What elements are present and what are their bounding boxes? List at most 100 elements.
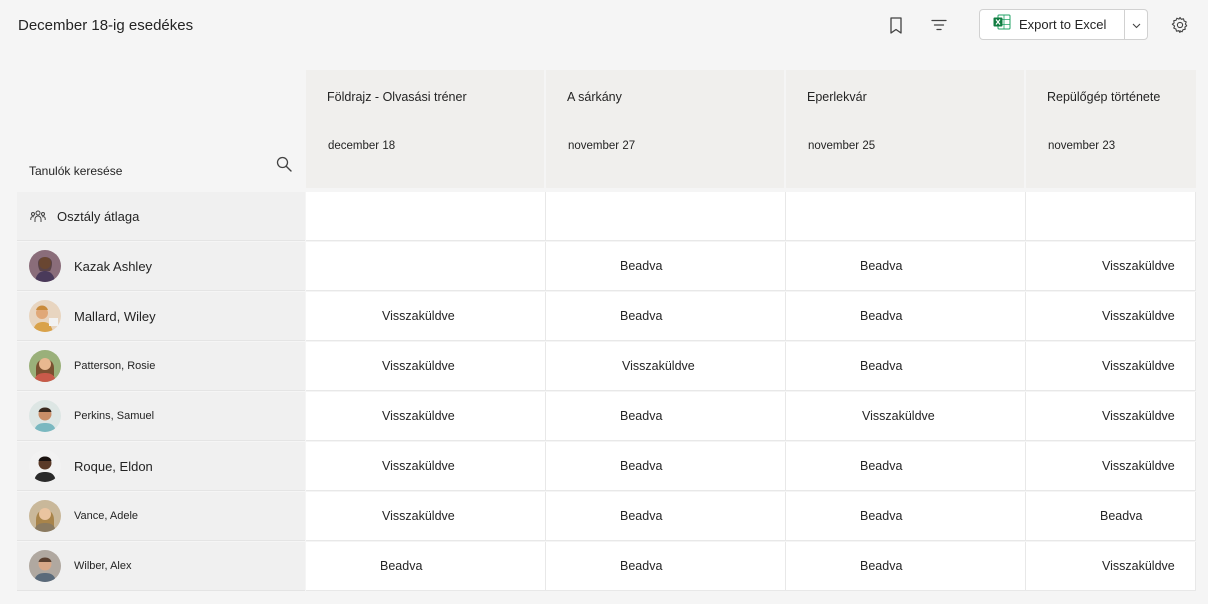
assignment-column-header[interactable]: A sárkány november 27 (546, 70, 784, 188)
grade-cell[interactable]: Visszaküldve (306, 392, 546, 441)
assignment-column-header[interactable]: Eperlekvár november 25 (786, 70, 1024, 188)
grade-cell[interactable]: Visszaküldve (546, 342, 786, 391)
student-search-header: Tanulók keresése (17, 70, 305, 188)
assignment-title: Repülőgép története (1047, 90, 1161, 104)
assignment-column-header[interactable]: Repülőgép története november 23 (1026, 70, 1196, 188)
submission-status: Beadva (860, 509, 903, 523)
submission-status: Beadva (860, 359, 903, 373)
grade-cell[interactable]: Beadva (546, 542, 786, 591)
student-name: Patterson, Rosie (74, 360, 156, 372)
grade-cell[interactable]: Beadva (546, 242, 786, 291)
assignment-title: A sárkány (567, 90, 622, 104)
student-row[interactable]: Perkins, Samuel (17, 392, 305, 441)
assignment-title: Eperlekvár (807, 90, 867, 104)
avatar (29, 250, 61, 282)
grade-cell[interactable]: Beadva (1026, 492, 1196, 541)
submission-status: Beadva (620, 309, 663, 323)
export-options-dropdown[interactable] (1124, 10, 1147, 39)
grade-cell[interactable] (306, 242, 546, 291)
student-row[interactable]: Roque, Eldon (17, 442, 305, 491)
assignment-column-header[interactable]: Földrajz - Olvasási tréner december 18 (306, 70, 544, 188)
submission-status: Beadva (620, 509, 663, 523)
excel-icon (993, 14, 1011, 35)
student-row[interactable]: Kazak Ashley (17, 242, 305, 291)
student-name: Perkins, Samuel (74, 410, 155, 422)
avatar (29, 500, 61, 532)
submission-status: Beadva (620, 259, 663, 273)
grade-cell[interactable]: Visszaküldve (1026, 342, 1196, 391)
grade-cell[interactable]: Visszaküldve (1026, 442, 1196, 491)
grade-cell[interactable]: Beadva (306, 542, 546, 591)
group-icon (30, 209, 46, 223)
student-name: Roque, Eldon (74, 458, 153, 474)
grade-cell[interactable]: Beadva (786, 292, 1026, 341)
grade-cell[interactable] (1026, 192, 1196, 241)
assignment-title: Földrajz - Olvasási tréner (327, 90, 467, 104)
chevron-down-icon (1132, 16, 1141, 34)
submission-status: Beadva (620, 459, 663, 473)
grade-cell[interactable]: Visszaküldve (306, 292, 546, 341)
grade-cell[interactable] (786, 192, 1026, 241)
grade-cell[interactable]: Visszaküldve (1026, 392, 1196, 441)
submission-status: Visszaküldve (382, 459, 455, 473)
submission-status: Visszaküldve (382, 509, 455, 523)
student-row[interactable]: Wilber, Alex (17, 542, 305, 591)
submission-status: Visszaküldve (1102, 359, 1175, 373)
export-label: Export to Excel (1019, 17, 1107, 32)
grade-cell[interactable]: Beadva (786, 242, 1026, 291)
submission-status: Beadva (380, 559, 423, 573)
submission-status: Visszaküldve (382, 359, 455, 373)
avatar (29, 300, 61, 332)
submission-status: Visszaküldve (1102, 459, 1175, 473)
assignment-due-date: december 18 (328, 140, 396, 152)
student-row[interactable]: Patterson, Rosie (17, 342, 305, 391)
page-title: December 18-ig esedékes (18, 17, 194, 34)
grade-cell[interactable]: Beadva (786, 492, 1026, 541)
submission-status: Beadva (860, 259, 903, 273)
submission-status: Visszaküldve (1102, 559, 1175, 573)
submission-status: Visszaküldve (1102, 409, 1175, 423)
submission-status: Visszaküldve (1102, 309, 1175, 323)
grade-cell[interactable]: Beadva (546, 492, 786, 541)
export-to-excel-control: Export to Excel (979, 9, 1148, 40)
submission-status: Visszaküldve (382, 309, 455, 323)
grade-cell[interactable]: Visszaküldve (306, 442, 546, 491)
grade-cell[interactable]: Visszaküldve (1026, 542, 1196, 591)
avatar (29, 450, 61, 482)
grade-cell[interactable]: Beadva (786, 542, 1026, 591)
student-name: Mallard, Wiley (74, 308, 156, 324)
submission-status: Beadva (860, 559, 903, 573)
export-to-excel-button[interactable]: Export to Excel (980, 10, 1124, 39)
grade-cell[interactable]: Beadva (786, 442, 1026, 491)
submission-status: Beadva (620, 409, 663, 423)
assignment-due-date: november 25 (808, 140, 876, 152)
submission-status: Beadva (620, 559, 663, 573)
student-name: Kazak Ashley (74, 258, 153, 274)
grade-cell[interactable]: Beadva (546, 292, 786, 341)
grade-cell[interactable]: Visszaküldve (1026, 292, 1196, 341)
student-row[interactable]: Mallard, Wiley (17, 292, 305, 341)
submission-status: Beadva (860, 459, 903, 473)
assignment-due-date: november 23 (1048, 140, 1116, 152)
assignment-due-date: november 27 (568, 140, 636, 152)
grade-cell[interactable] (306, 192, 546, 241)
search-students-label[interactable]: Tanulók keresése (29, 164, 122, 178)
filter-icon[interactable] (928, 14, 950, 36)
grade-cell[interactable] (546, 192, 786, 241)
submission-status: Beadva (860, 309, 903, 323)
grade-cell[interactable]: Beadva (786, 342, 1026, 391)
gear-icon[interactable] (1169, 14, 1191, 36)
avatar (29, 400, 61, 432)
search-icon[interactable] (276, 156, 294, 174)
bookmark-icon[interactable] (885, 14, 907, 36)
grade-cell[interactable]: Visszaküldve (1026, 242, 1196, 291)
student-name: Vance, Adele (74, 510, 139, 522)
student-name: Wilber, Alex (74, 560, 132, 572)
grade-cell[interactable]: Visszaküldve (306, 342, 546, 391)
grade-cell[interactable]: Visszaküldve (786, 392, 1026, 441)
class-average-row[interactable]: Osztály átlaga (17, 192, 305, 241)
grade-cell[interactable]: Beadva (546, 392, 786, 441)
grade-cell[interactable]: Visszaküldve (306, 492, 546, 541)
student-row[interactable]: Vance, Adele (17, 492, 305, 541)
grade-cell[interactable]: Beadva (546, 442, 786, 491)
